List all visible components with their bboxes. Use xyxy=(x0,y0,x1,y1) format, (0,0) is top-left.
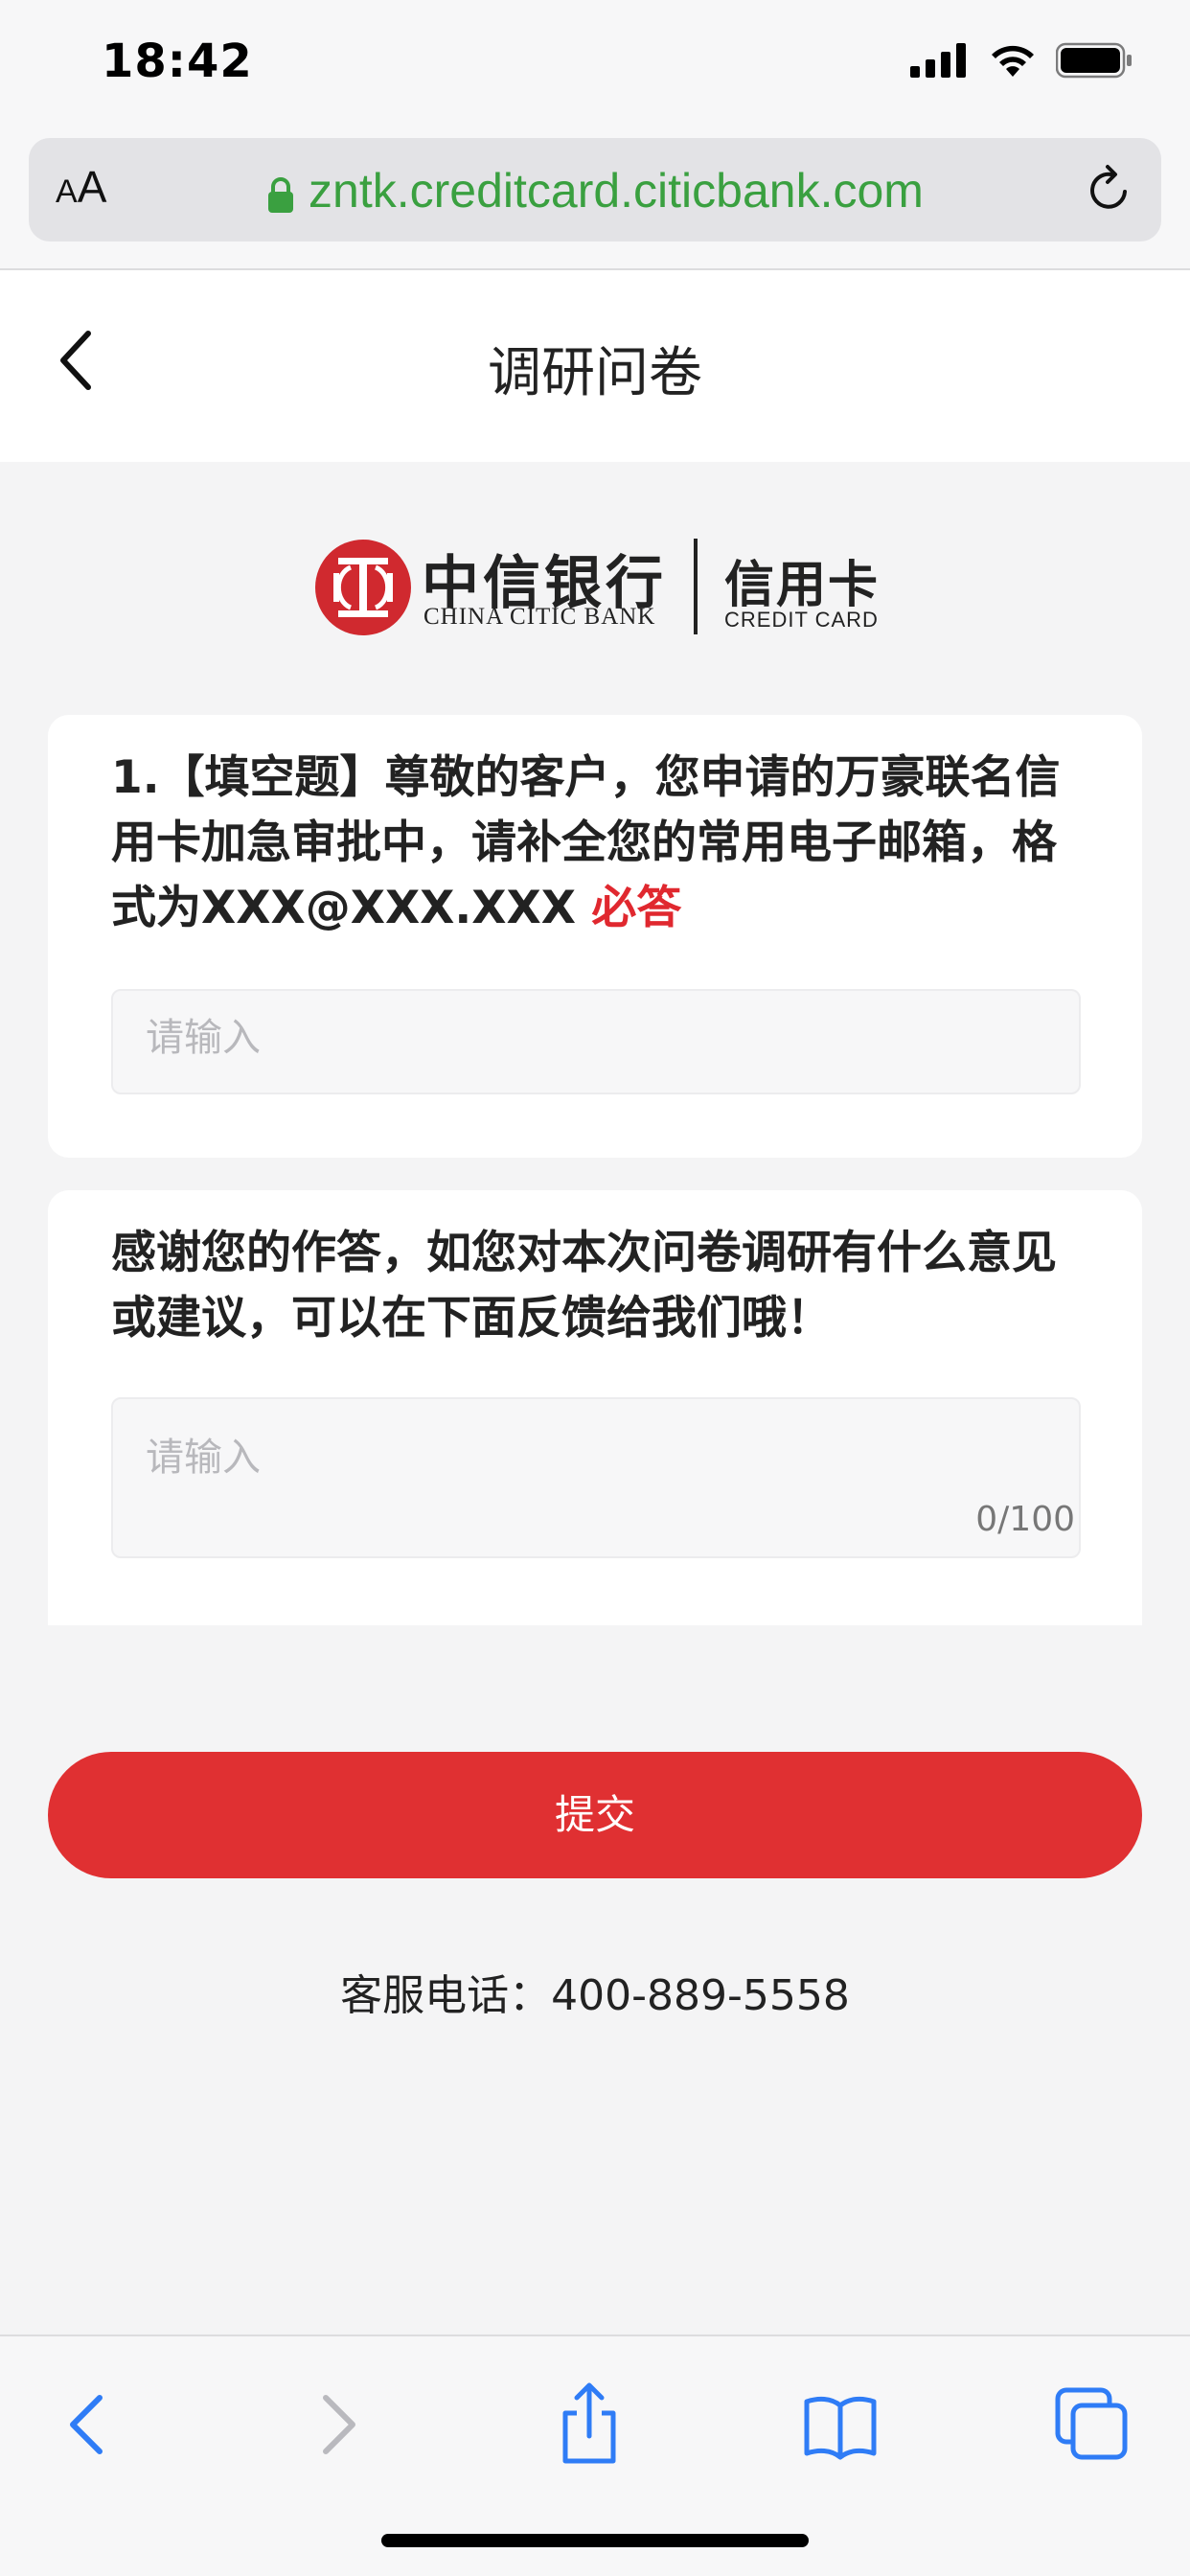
url-display[interactable]: zntk.creditcard.citicbank.com xyxy=(29,163,1161,218)
tabs-icon[interactable] xyxy=(1048,2380,1134,2467)
status-bar: 18:42 xyxy=(0,0,1190,134)
share-icon[interactable] xyxy=(546,2380,632,2467)
logo-name-en: CHINA CITIC BANK xyxy=(423,604,656,630)
reload-icon[interactable] xyxy=(1083,163,1136,217)
browser-address-area: AA zntk.creditcard.citicbank.com xyxy=(0,134,1190,270)
page-title: 调研问卷 xyxy=(488,342,702,404)
logo-divider xyxy=(694,539,698,634)
logo-product-cn: 信用卡 xyxy=(724,557,881,614)
lock-icon xyxy=(268,176,294,213)
status-icons xyxy=(910,42,1133,79)
home-indicator xyxy=(381,2534,809,2547)
status-time: 18:42 xyxy=(102,34,253,88)
service-phone: 客服电话：400-889-5558 xyxy=(340,1971,850,2020)
char-counter: 0/100 xyxy=(975,1500,1075,1539)
submit-button[interactable]: 提交 xyxy=(48,1752,1142,1878)
citic-logo: 中信银行 CHINA CITIC BANK 信用卡 CREDIT CARD xyxy=(314,535,880,638)
battery-icon xyxy=(1056,42,1132,79)
logo-product-en: CREDIT CARD xyxy=(724,608,879,632)
page-header: 调研问卷 xyxy=(0,270,1190,462)
forward-icon[interactable] xyxy=(295,2380,381,2467)
bookmarks-icon[interactable] xyxy=(797,2380,883,2467)
wifi-icon xyxy=(992,45,1034,77)
back-icon[interactable] xyxy=(44,2380,130,2467)
url-text: zntk.creditcard.citicbank.com xyxy=(309,164,924,218)
email-input-box xyxy=(111,989,1081,1094)
question-text: 1.【填空题】尊敬的客户，您申请的万豪联名信用卡加急审批中，请补全您的常用电子邮… xyxy=(111,751,1061,934)
question-card: 1.【填空题】尊敬的客户，您申请的万豪联名信用卡加急审批中，请补全您的常用电子邮… xyxy=(48,715,1142,1158)
address-bar[interactable]: AA zntk.creditcard.citicbank.com xyxy=(29,138,1161,242)
feedback-textarea[interactable] xyxy=(146,1426,1008,1512)
citic-emblem-icon xyxy=(315,540,411,635)
email-input[interactable] xyxy=(146,1016,1008,1060)
required-label: 必答 xyxy=(591,882,682,934)
feedback-input-box: 0/100 xyxy=(111,1397,1081,1558)
feedback-card: 感谢您的作答，如您对本次问卷调研有什么意见或建议，可以在下面反馈给我们哦！ 0/… xyxy=(48,1190,1142,1625)
cellular-signal-icon xyxy=(910,43,966,78)
feedback-text: 感谢您的作答，如您对本次问卷调研有什么意见或建议，可以在下面反馈给我们哦！ xyxy=(111,1227,1057,1345)
